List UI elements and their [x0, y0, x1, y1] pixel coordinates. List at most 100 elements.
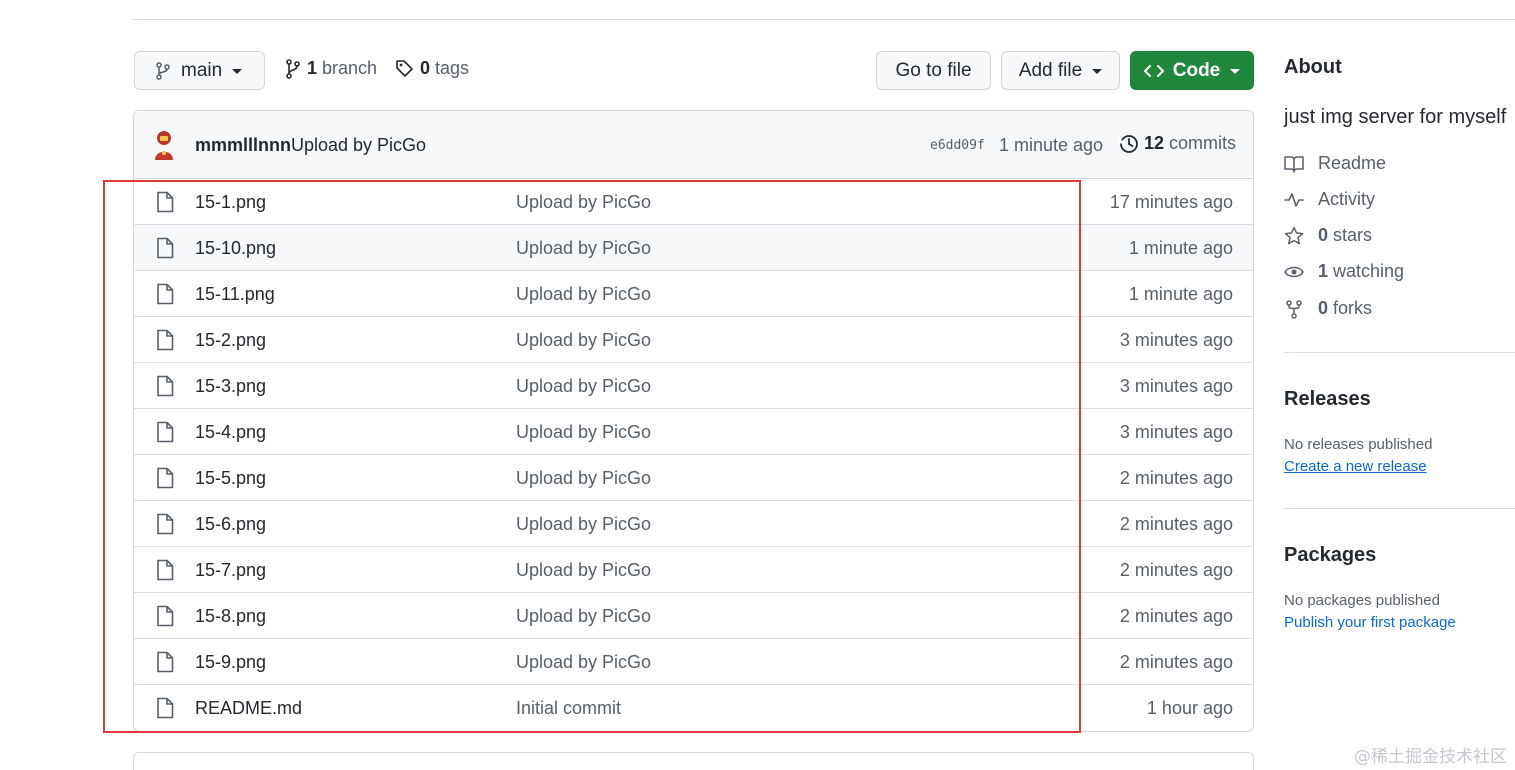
file-commit-message-link[interactable]: Upload by PicGo: [516, 514, 651, 535]
file-commit-message-link[interactable]: Upload by PicGo: [516, 560, 651, 581]
file-name-link[interactable]: 15-8.png: [195, 606, 266, 627]
tags-link[interactable]: 0 tags: [395, 58, 469, 79]
file-icon: [156, 375, 174, 402]
go-to-file-label: Go to file: [895, 59, 972, 81]
file-commit-message-link[interactable]: Upload by PicGo: [516, 330, 651, 351]
publish-package-link[interactable]: Publish your first package: [1284, 614, 1456, 631]
branches-count: 1: [307, 58, 318, 78]
file-commit-age: 17 minutes ago: [1109, 192, 1233, 212]
sidebar-divider: [1284, 508, 1515, 509]
create-release-link[interactable]: Create a new release: [1284, 458, 1427, 475]
code-icon: [1143, 64, 1164, 77]
file-icon: [156, 421, 174, 448]
commit-message-link[interactable]: Upload by PicGo: [291, 135, 426, 156]
add-file-label: Add file: [1018, 59, 1083, 81]
file-row[interactable]: 15-6.png Upload by PicGo 2 minutes ago: [134, 500, 1253, 546]
commits-history-link[interactable]: 12 commits: [1119, 133, 1236, 154]
file-commit-age: 1 minute ago: [1128, 238, 1233, 258]
file-row[interactable]: 15-9.png Upload by PicGo 2 minutes ago: [134, 638, 1253, 684]
go-to-file-button[interactable]: Go to file: [876, 51, 991, 90]
about-heading: About: [1284, 56, 1342, 78]
commits-label: commits: [1169, 133, 1237, 153]
file-commit-age: 1 hour ago: [1146, 698, 1233, 718]
file-row[interactable]: 15-7.png Upload by PicGo 2 minutes ago: [134, 546, 1253, 592]
file-row[interactable]: 15-10.png Upload by PicGo 1 minute ago: [134, 224, 1253, 270]
fork-icon: [1286, 299, 1302, 319]
code-button[interactable]: Code: [1130, 51, 1254, 90]
file-row[interactable]: 15-5.png Upload by PicGo 2 minutes ago: [134, 454, 1253, 500]
activity-label: Activity: [1318, 189, 1376, 209]
stars-link[interactable]: 0 stars: [1284, 225, 1372, 246]
watermark: @稀土掘金技术社区: [1354, 747, 1507, 767]
file-commit-message-link[interactable]: Initial commit: [516, 698, 621, 719]
file-name-link[interactable]: 15-11.png: [195, 284, 275, 305]
file-name-link[interactable]: 15-1.png: [195, 192, 266, 213]
file-row[interactable]: 15-2.png Upload by PicGo 3 minutes ago: [134, 316, 1253, 362]
watching-link[interactable]: 1 watching: [1284, 261, 1404, 282]
branch-select-button[interactable]: main: [134, 51, 265, 90]
file-icon: [156, 697, 174, 724]
file-icon: [156, 559, 174, 586]
commit-author-link[interactable]: mmmlllnnn: [195, 135, 291, 156]
file-commit-age: 2 minutes ago: [1119, 560, 1233, 580]
latest-commit-bar: mmmlllnnn Upload by PicGo e6dd09f 1 minu…: [134, 111, 1253, 179]
packages-heading[interactable]: Packages: [1284, 544, 1376, 567]
forks-link[interactable]: 0 forks: [1284, 298, 1372, 319]
file-commit-message-link[interactable]: Upload by PicGo: [516, 468, 651, 489]
file-commit-message-link[interactable]: Upload by PicGo: [516, 192, 651, 213]
file-name-link[interactable]: 15-3.png: [195, 376, 266, 397]
pulse-icon: [1284, 192, 1304, 207]
star-icon: [1284, 226, 1304, 244]
file-row[interactable]: 15-8.png Upload by PicGo 2 minutes ago: [134, 592, 1253, 638]
file-commit-age: 2 minutes ago: [1119, 652, 1233, 672]
file-commit-message-link[interactable]: Upload by PicGo: [516, 422, 651, 443]
activity-link[interactable]: Activity: [1284, 189, 1375, 210]
forks-count: 0: [1318, 298, 1329, 318]
branches-link[interactable]: 1 branch: [285, 58, 377, 79]
packages-empty-text: No packages published: [1284, 592, 1440, 609]
file-commit-age: 2 minutes ago: [1119, 606, 1233, 626]
file-icon: [156, 513, 174, 540]
file-commit-age: 3 minutes ago: [1119, 422, 1233, 442]
git-branch-icon: [286, 58, 300, 79]
repo-description: just img server for myself: [1284, 106, 1507, 128]
commit-sha-link[interactable]: e6dd09f: [930, 138, 985, 153]
avatar[interactable]: [150, 129, 178, 161]
file-name-link[interactable]: 15-6.png: [195, 514, 266, 535]
branch-label: main: [181, 59, 223, 81]
file-name-link[interactable]: 15-7.png: [195, 560, 266, 581]
stars-count: 0: [1318, 225, 1329, 245]
file-name-link[interactable]: 15-2.png: [195, 330, 266, 351]
file-name-link[interactable]: 15-4.png: [195, 422, 266, 443]
readme-label: Readme: [1318, 153, 1387, 173]
file-commit-message-link[interactable]: Upload by PicGo: [516, 238, 651, 259]
commit-time: 1 minute ago: [999, 135, 1104, 155]
sidebar-divider: [1284, 352, 1515, 353]
file-commit-message-link[interactable]: Upload by PicGo: [516, 652, 651, 673]
book-icon: [1284, 155, 1304, 173]
file-name-link[interactable]: 15-9.png: [195, 652, 266, 673]
file-name-link[interactable]: README.md: [195, 698, 302, 719]
file-commit-message-link[interactable]: Upload by PicGo: [516, 606, 651, 627]
releases-heading[interactable]: Releases: [1284, 388, 1371, 411]
file-commit-message-link[interactable]: Upload by PicGo: [516, 284, 651, 305]
file-row[interactable]: 15-4.png Upload by PicGo 3 minutes ago: [134, 408, 1253, 454]
eye-icon: [1284, 266, 1304, 277]
file-name-link[interactable]: 15-10.png: [195, 238, 276, 259]
file-name-link[interactable]: 15-5.png: [195, 468, 266, 489]
file-icon: [156, 605, 174, 632]
file-icon: [156, 237, 174, 264]
readme-link[interactable]: Readme: [1284, 153, 1386, 174]
top-divider: [133, 19, 1515, 20]
file-icon: [156, 329, 174, 356]
readme-panel: [133, 752, 1254, 770]
file-commit-age: 3 minutes ago: [1119, 376, 1233, 396]
add-file-button[interactable]: Add file: [1001, 51, 1120, 90]
commits-count: 12: [1144, 133, 1165, 153]
file-row[interactable]: README.md Initial commit 1 hour ago: [134, 684, 1253, 730]
file-commit-age: 2 minutes ago: [1119, 468, 1233, 488]
file-commit-message-link[interactable]: Upload by PicGo: [516, 376, 651, 397]
file-row[interactable]: 15-1.png Upload by PicGo 17 minutes ago: [134, 179, 1253, 224]
file-row[interactable]: 15-3.png Upload by PicGo 3 minutes ago: [134, 362, 1253, 408]
file-row[interactable]: 15-11.png Upload by PicGo 1 minute ago: [134, 270, 1253, 316]
